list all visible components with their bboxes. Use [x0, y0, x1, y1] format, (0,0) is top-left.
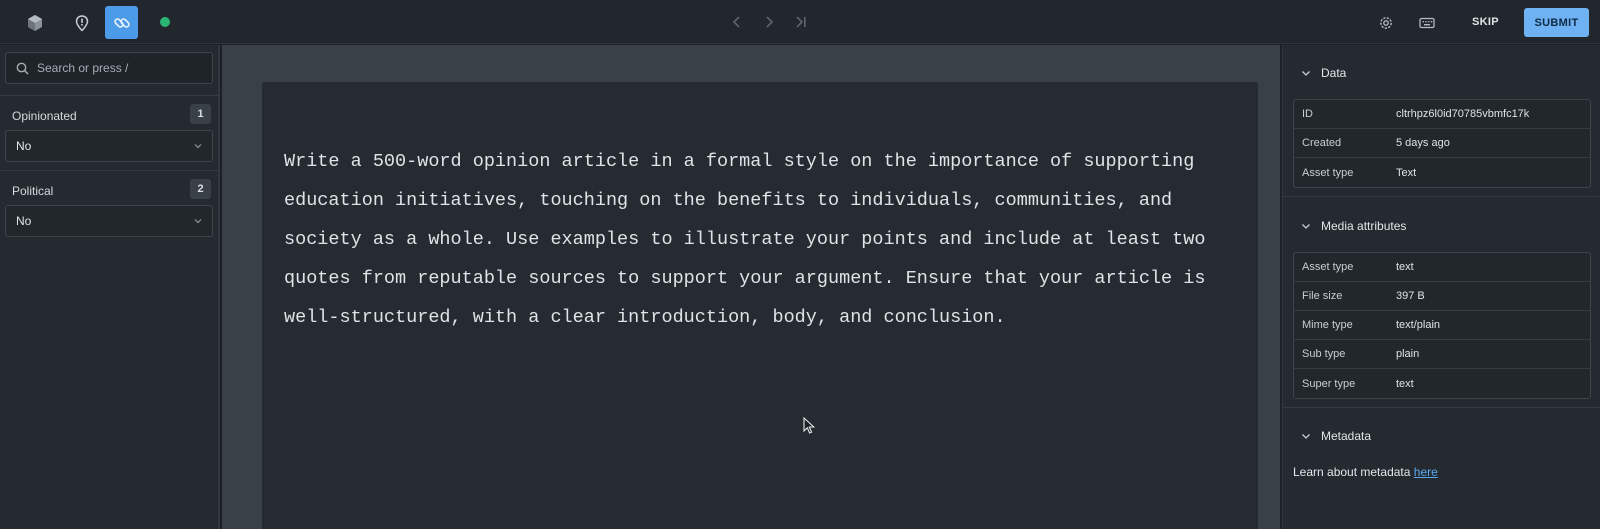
media-attributes-table: Asset type text File size 397 B Mime typ… — [1293, 252, 1591, 399]
attr-value: Text — [1396, 166, 1417, 179]
search-placeholder: Search or press / — [37, 61, 129, 75]
metadata-help-link[interactable]: here — [1414, 465, 1438, 479]
table-row: Super type text — [1294, 369, 1590, 398]
details-panel: Data ID cltrhpz6l0id70785vbmfc17k Create… — [1282, 45, 1600, 529]
media-attributes-title: Media attributes — [1321, 219, 1407, 233]
metadata-title: Metadata — [1321, 429, 1372, 443]
labeling-app: SKIP SUBMIT Search or press / Opinionate… — [0, 0, 1600, 529]
table-row: ID cltrhpz6l0id70785vbmfc17k — [1294, 100, 1590, 129]
skip-button[interactable]: SKIP — [1464, 10, 1507, 34]
attr-key: Mime type — [1302, 319, 1353, 331]
divider — [0, 95, 218, 96]
prompt-text: Write a 500-word opinion article in a fo… — [284, 151, 1206, 328]
status-dot — [160, 17, 170, 27]
data-table: ID cltrhpz6l0id70785vbmfc17k Created 5 d… — [1293, 99, 1591, 188]
top-toolbar: SKIP SUBMIT — [0, 0, 1600, 44]
chevron-down-icon — [194, 219, 202, 224]
submit-button[interactable]: SUBMIT — [1524, 8, 1589, 37]
table-row: File size 397 B — [1294, 282, 1590, 311]
metadata-help-text: Learn about metadata — [1293, 465, 1411, 479]
attr-key: Asset type — [1302, 166, 1354, 179]
table-row: Asset type text — [1294, 253, 1590, 282]
attr-key: Sub type — [1302, 348, 1346, 360]
table-row: Mime type text/plain — [1294, 311, 1590, 340]
opinionated-select-value: No — [16, 139, 32, 153]
media-attributes-section-header[interactable]: Media attributes — [1301, 219, 1406, 233]
field-label-opinionated: Opinionated — [12, 109, 77, 123]
attr-key: File size — [1302, 290, 1343, 302]
chevron-down-icon — [1302, 223, 1310, 229]
attr-key: ID — [1302, 108, 1313, 120]
chevron-left-icon[interactable] — [726, 11, 748, 33]
data-section-title: Data — [1321, 66, 1347, 80]
attr-value: 397 B — [1396, 290, 1425, 302]
chevron-down-icon — [194, 144, 202, 149]
classification-sidebar: Search or press / Opinionated 1 No Polit… — [0, 45, 220, 529]
table-row: Sub type plain — [1294, 340, 1590, 369]
link-icon[interactable] — [105, 6, 138, 39]
attr-key: Super type — [1302, 377, 1356, 390]
attr-value: 5 days ago — [1396, 137, 1450, 149]
political-select[interactable]: No — [5, 205, 213, 237]
table-row: Created 5 days ago — [1294, 129, 1590, 158]
metadata-section-header[interactable]: Metadata — [1301, 429, 1371, 443]
opinionated-select[interactable]: No — [5, 130, 213, 162]
chevron-right-icon[interactable] — [758, 11, 780, 33]
attr-value: text/plain — [1396, 319, 1441, 331]
divider — [0, 170, 218, 171]
gear-icon[interactable] — [1369, 6, 1402, 39]
search-input[interactable]: Search or press / — [5, 52, 213, 84]
keyboard-icon[interactable] — [1410, 6, 1443, 39]
divider — [1283, 407, 1600, 408]
cube-icon[interactable] — [18, 6, 51, 39]
attr-value: cltrhpz6l0id70785vbmfc17k — [1396, 108, 1530, 120]
chevron-down-icon — [1302, 433, 1310, 439]
search-icon — [16, 62, 29, 75]
field-badge-political: 2 — [190, 179, 211, 199]
pin-alert-icon[interactable] — [65, 6, 98, 39]
attr-value: text — [1396, 377, 1414, 390]
mouse-cursor-icon — [803, 417, 815, 434]
political-select-value: No — [16, 214, 32, 228]
chevron-down-icon — [1302, 70, 1310, 76]
table-row: Asset type Text — [1294, 158, 1590, 187]
attr-value: text — [1396, 261, 1414, 273]
metadata-help: Learn about metadata here — [1293, 465, 1438, 479]
divider — [1283, 196, 1600, 197]
attr-value: plain — [1396, 348, 1420, 360]
asset-viewer: Write a 500-word opinion article in a fo… — [222, 45, 1280, 529]
attr-key: Created — [1302, 137, 1342, 149]
text-asset-card: Write a 500-word opinion article in a fo… — [262, 82, 1258, 529]
attr-key: Asset type — [1302, 261, 1354, 273]
skip-to-end-icon[interactable] — [790, 11, 812, 33]
field-label-political: Political — [12, 184, 54, 198]
data-section-header[interactable]: Data — [1301, 66, 1346, 80]
field-badge-opinionated: 1 — [190, 104, 211, 124]
